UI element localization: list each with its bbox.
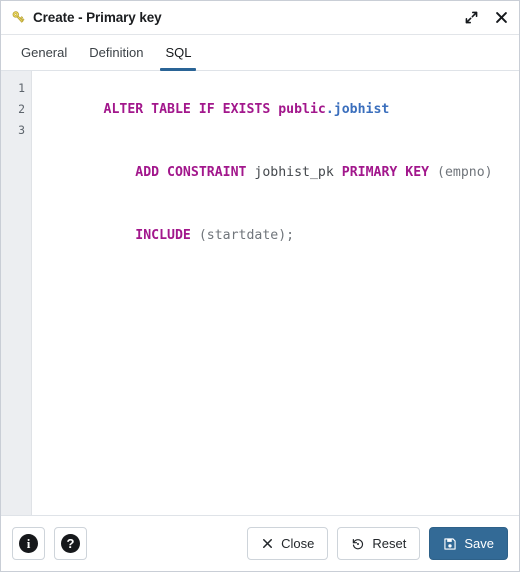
dialog-footer: i ? Close Reset Save [1, 515, 519, 571]
close-button[interactable]: Close [247, 527, 329, 560]
sql-code-area[interactable]: ALTER TABLE IF EXISTS public.jobhist ADD… [32, 71, 519, 515]
info-button[interactable]: i [12, 527, 45, 560]
tab-definition-label: Definition [89, 45, 144, 60]
dialog-title: Create - Primary key [33, 10, 162, 25]
sql-token: (startdate); [190, 228, 295, 243]
tab-general-label: General [21, 45, 68, 60]
reset-icon [351, 537, 365, 551]
save-button[interactable]: Save [429, 527, 508, 560]
close-x-icon[interactable] [493, 10, 509, 26]
titlebar-left: Create - Primary key [10, 9, 463, 26]
sql-token: (empno) [429, 165, 493, 180]
expand-diagonal-icon[interactable] [463, 10, 479, 26]
tab-sql-label: SQL [165, 45, 192, 60]
dialog-tabs: General Definition SQL [1, 35, 519, 71]
reset-button-label: Reset [372, 536, 407, 551]
save-disk-icon [443, 537, 457, 551]
sql-token: ALTER TABLE IF EXISTS [103, 102, 279, 117]
question-mark-icon: ? [61, 534, 80, 553]
sql-token: jobhist_pk [254, 165, 334, 180]
code-line: ALTER TABLE IF EXISTS public.jobhist [40, 78, 519, 141]
dialog-titlebar: Create - Primary key [1, 1, 519, 35]
sql-token: . [325, 102, 334, 117]
sql-editor[interactable]: 1 2 3 ALTER TABLE IF EXISTS public.jobhi… [1, 71, 519, 515]
sql-token: INCLUDE [135, 228, 191, 243]
sql-token: jobhist [333, 102, 390, 117]
save-button-label: Save [464, 536, 494, 551]
tab-sql[interactable]: SQL [154, 35, 202, 71]
close-button-label: Close [281, 536, 315, 551]
line-number-gutter: 1 2 3 [1, 71, 32, 515]
line-number: 1 [18, 81, 25, 95]
reset-button[interactable]: Reset [337, 527, 421, 560]
info-icon: i [19, 534, 38, 553]
create-primary-key-dialog: Create - Primary key General Definition … [0, 0, 520, 572]
line-number: 3 [18, 123, 25, 137]
sql-token: ADD CONSTRAINT [135, 165, 247, 180]
titlebar-actions [463, 10, 509, 26]
help-button[interactable]: ? [54, 527, 87, 560]
tab-definition[interactable]: Definition [78, 35, 154, 70]
tab-general[interactable]: General [10, 35, 78, 70]
close-x-icon [261, 537, 274, 550]
code-line: INCLUDE (startdate); [40, 204, 519, 267]
code-line: ADD CONSTRAINT jobhist_pk PRIMARY KEY (e… [40, 141, 519, 204]
sql-token: public [278, 102, 326, 117]
key-icon [12, 11, 25, 23]
sql-token: PRIMARY KEY [341, 165, 430, 180]
line-number: 2 [18, 102, 25, 116]
